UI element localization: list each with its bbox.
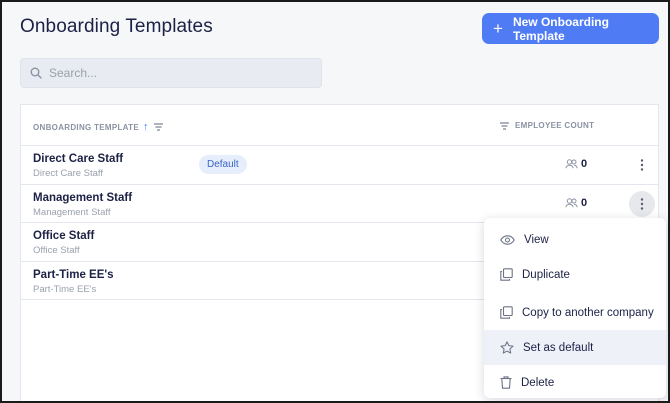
search-icon — [30, 67, 42, 79]
search-input[interactable] — [49, 66, 309, 80]
menu-item-delete[interactable]: Delete — [484, 365, 666, 400]
app-frame: Onboarding Templates + New Onboarding Te… — [0, 0, 670, 403]
menu-item-label: Duplicate — [522, 268, 570, 281]
filter-icon[interactable] — [500, 121, 509, 130]
more-vertical-icon — [640, 159, 644, 171]
menu-item-duplicate[interactable]: Duplicate — [484, 257, 666, 292]
column-header-template[interactable]: ONBOARDING TEMPLATE ↑ — [33, 121, 163, 133]
template-subtitle: Part-Time EE's — [33, 283, 97, 295]
column-header-count[interactable]: EMPLOYEE COUNT — [500, 121, 594, 130]
row-actions-button[interactable] — [629, 152, 655, 178]
menu-item-label: Delete — [521, 376, 555, 389]
eye-icon — [500, 234, 515, 245]
new-onboarding-template-button[interactable]: + New Onboarding Template — [482, 13, 659, 44]
users-icon — [565, 197, 578, 207]
new-button-label: New Onboarding Template — [512, 14, 609, 43]
template-subtitle: Management Staff — [33, 206, 111, 218]
menu-item-copy-to-company[interactable]: Copy to another company — [484, 295, 666, 330]
template-name[interactable]: Direct Care Staff — [33, 153, 123, 165]
row-actions-button[interactable] — [629, 190, 655, 217]
employee-count-value: 0 — [581, 158, 588, 170]
column-header-template-label: ONBOARDING TEMPLATE — [33, 122, 139, 132]
table-header: ONBOARDING TEMPLATE ↑ EMPLOYEE COUNT — [21, 105, 658, 146]
search-box[interactable] — [20, 58, 322, 88]
row-actions-menu: View Duplicate Copy to another company S… — [484, 218, 666, 398]
menu-item-label: Set as default — [523, 341, 594, 354]
star-icon — [500, 341, 514, 354]
filter-icon[interactable] — [153, 123, 163, 131]
template-subtitle: Direct Care Staff — [33, 168, 104, 179]
employee-count: 0 — [565, 197, 587, 209]
menu-item-set-default[interactable]: Set as default — [484, 330, 666, 365]
template-name[interactable]: Part-Time EE's — [33, 269, 114, 281]
column-header-count-label: EMPLOYEE COUNT — [515, 121, 595, 130]
menu-item-view[interactable]: View — [484, 222, 666, 257]
more-vertical-icon — [640, 197, 644, 210]
template-name[interactable]: Management Staff — [33, 192, 132, 204]
trash-icon — [500, 376, 512, 389]
duplicate-icon — [500, 268, 513, 281]
default-badge: Default — [199, 155, 247, 174]
table-row[interactable]: Direct Care Staff Direct Care Staff Defa… — [21, 146, 658, 185]
page-title: Onboarding Templates — [20, 16, 213, 37]
menu-item-label: Copy to another company — [522, 306, 654, 319]
plus-icon: + — [493, 19, 503, 38]
template-subtitle: Office Staff — [33, 245, 80, 256]
sort-ascending-icon[interactable]: ↑ — [143, 121, 149, 133]
employee-count-value: 0 — [581, 196, 588, 209]
users-icon — [565, 159, 578, 169]
template-name[interactable]: Office Staff — [33, 230, 94, 242]
employee-count: 0 — [565, 158, 587, 170]
menu-item-label: View — [524, 233, 549, 246]
copy-icon — [500, 306, 513, 319]
